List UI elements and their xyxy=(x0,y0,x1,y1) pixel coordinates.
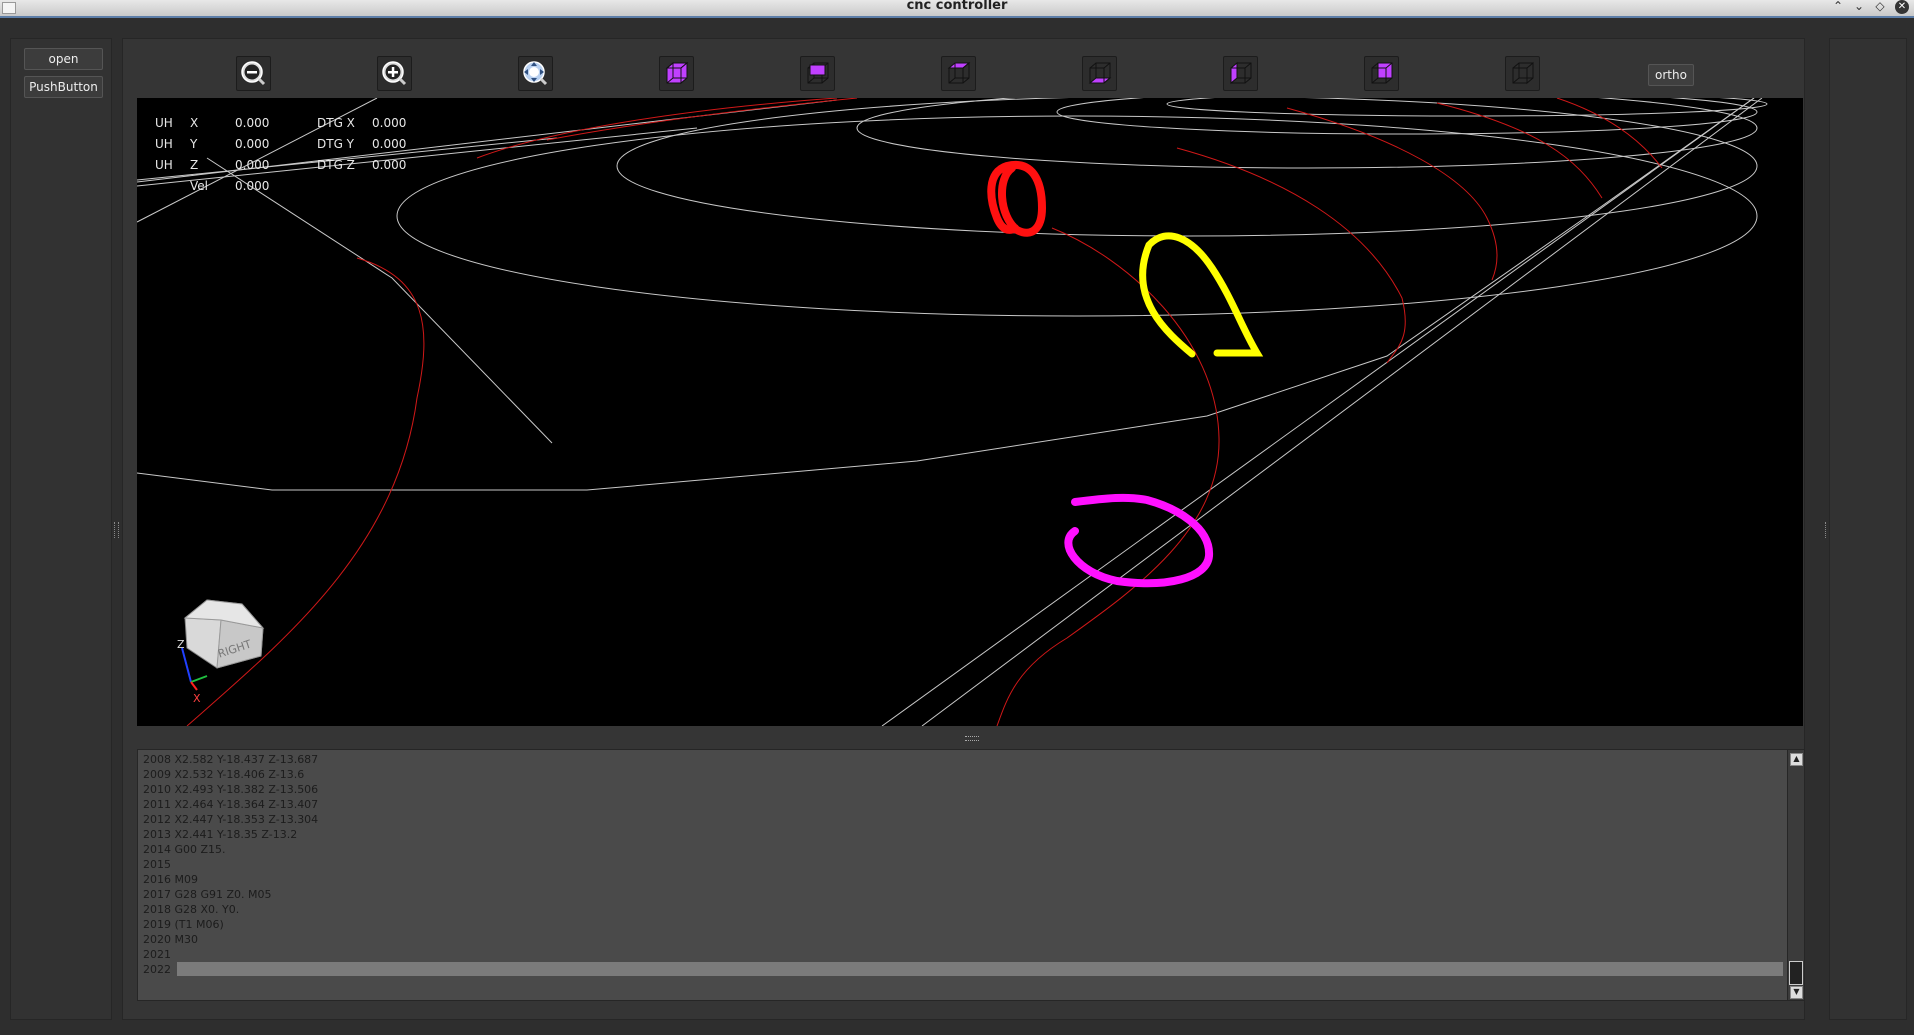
window-title: cnc controller xyxy=(906,0,1008,13)
gcode-line[interactable]: 2008 X2.582 Y-18.437 Z-13.687 xyxy=(143,752,318,767)
gcode-line[interactable]: 2021 xyxy=(143,947,171,962)
gcode-line[interactable]: 2016 M09 xyxy=(143,872,198,887)
push-button[interactable]: PushButton xyxy=(24,76,103,98)
gcode-line[interactable]: 2013 X2.441 Y-18.35 Z-13.2 xyxy=(143,827,297,842)
zoom-in-button[interactable] xyxy=(377,56,412,91)
view-back-button[interactable] xyxy=(1364,56,1399,91)
viewport-editor-splitter[interactable] xyxy=(965,736,979,741)
gcode-line[interactable]: 2010 X2.493 Y-18.382 Z-13.506 xyxy=(143,782,318,797)
tool-marker-yellow xyxy=(1139,232,1264,358)
dro-axis: X xyxy=(190,116,199,130)
close-icon[interactable]: ✕ xyxy=(1895,0,1909,14)
zoom-in-icon xyxy=(382,61,407,86)
cube-front-icon xyxy=(947,61,971,84)
dtg-label: DTG Y xyxy=(317,137,355,151)
dtg-label: DTG Z xyxy=(317,158,355,172)
gcode-line[interactable]: 2014 G00 Z15. xyxy=(143,842,226,857)
gcode-line[interactable]: 2019 (T1 M06) xyxy=(143,917,224,932)
feed-moves xyxy=(186,98,1663,726)
cube-iso-icon xyxy=(665,61,689,85)
dro-prefix: UH xyxy=(155,116,173,130)
keep-above-icon[interactable]: ⌃ xyxy=(1830,0,1846,14)
right-panel xyxy=(1829,38,1907,1020)
view-right-button[interactable] xyxy=(1505,56,1540,91)
zoom-fit-button[interactable] xyxy=(518,56,553,91)
cube-right-icon xyxy=(1512,61,1534,85)
maximize-icon[interactable]: ◇ xyxy=(1872,0,1888,14)
view-cube-widget[interactable]: RIGHT Z X xyxy=(177,598,287,708)
cube-top-icon xyxy=(807,62,829,84)
left-panel: open PushButton xyxy=(10,38,112,1020)
title-bar: cnc controller ⌃ ⌄ ◇ ✕ xyxy=(0,0,1914,18)
view-top-button[interactable] xyxy=(800,56,835,91)
dro-prefix: UH xyxy=(155,158,173,172)
x-axis-line xyxy=(190,681,198,691)
vel-value: 0.000 xyxy=(235,179,270,193)
z-axis-line xyxy=(181,647,192,683)
dro-axis: Y xyxy=(190,137,198,151)
cube-back-icon xyxy=(1371,62,1393,84)
ortho-button[interactable]: ortho xyxy=(1648,64,1694,86)
gcode-line[interactable]: 2012 X2.447 Y-18.353 Z-13.304 xyxy=(143,812,318,827)
zoom-fit-icon xyxy=(523,61,548,86)
left-splitter-handle[interactable] xyxy=(114,522,119,538)
z-axis-label: Z xyxy=(177,638,185,651)
vel-label: Vel xyxy=(190,179,208,193)
view-bottom-button[interactable] xyxy=(1082,56,1117,91)
tool-marker-red xyxy=(987,160,1047,237)
gcode-line[interactable]: 2011 X2.464 Y-18.364 Z-13.407 xyxy=(143,797,318,812)
dro-value: 0.000 xyxy=(235,158,270,172)
zoom-out-button[interactable] xyxy=(236,56,271,91)
dtg-value: 0.000 xyxy=(372,158,407,172)
dtg-value: 0.000 xyxy=(372,137,407,151)
open-button[interactable]: open xyxy=(24,48,103,70)
view-front-button[interactable] xyxy=(941,56,976,91)
gcode-line[interactable]: 2018 G28 X0. Y0. xyxy=(143,902,239,917)
dro-value: 0.000 xyxy=(235,116,270,130)
zoom-out-icon xyxy=(241,61,266,86)
3d-viewport[interactable]: UH X 0.000 DTG X 0.000 UH Y 0.000 DTG Y … xyxy=(137,98,1803,726)
dro-value: 0.000 xyxy=(235,137,270,151)
rapid-moves xyxy=(137,98,1768,726)
gcode-line[interactable]: 2017 G28 G91 Z0. M05 xyxy=(143,887,272,902)
dtg-value: 0.000 xyxy=(372,116,407,130)
cube-left-icon xyxy=(1230,61,1252,85)
scroll-down-icon[interactable]: ▼ xyxy=(1790,986,1803,999)
editor-scrollbar[interactable]: ▲ ▼ xyxy=(1787,749,1805,1001)
minimize-icon[interactable]: ⌄ xyxy=(1851,0,1867,14)
view-left-button[interactable] xyxy=(1223,56,1258,91)
dro-axis: Z xyxy=(190,158,199,172)
scroll-up-icon[interactable]: ▲ xyxy=(1790,753,1803,766)
gcode-line[interactable]: 2015 xyxy=(143,857,171,872)
x-axis-label: X xyxy=(193,692,201,705)
scroll-thumb[interactable] xyxy=(1789,961,1803,985)
dro-prefix: UH xyxy=(155,137,173,151)
view-iso-button[interactable] xyxy=(659,56,694,91)
gcode-line[interactable]: 2022 xyxy=(143,962,171,977)
cube-bottom-icon xyxy=(1088,62,1112,84)
toolpath-scene xyxy=(137,98,1768,726)
gcode-line[interactable]: 2020 M30 xyxy=(143,932,198,947)
gcode-line[interactable]: 2009 X2.532 Y-18.406 Z-13.6 xyxy=(143,767,304,782)
dtg-label: DTG X xyxy=(317,116,355,130)
gcode-editor[interactable]: 2008 X2.582 Y-18.437 Z-13.687 2009 X2.532… xyxy=(137,749,1789,1001)
y-axis-line xyxy=(190,675,208,683)
current-line-highlight xyxy=(177,962,1783,976)
